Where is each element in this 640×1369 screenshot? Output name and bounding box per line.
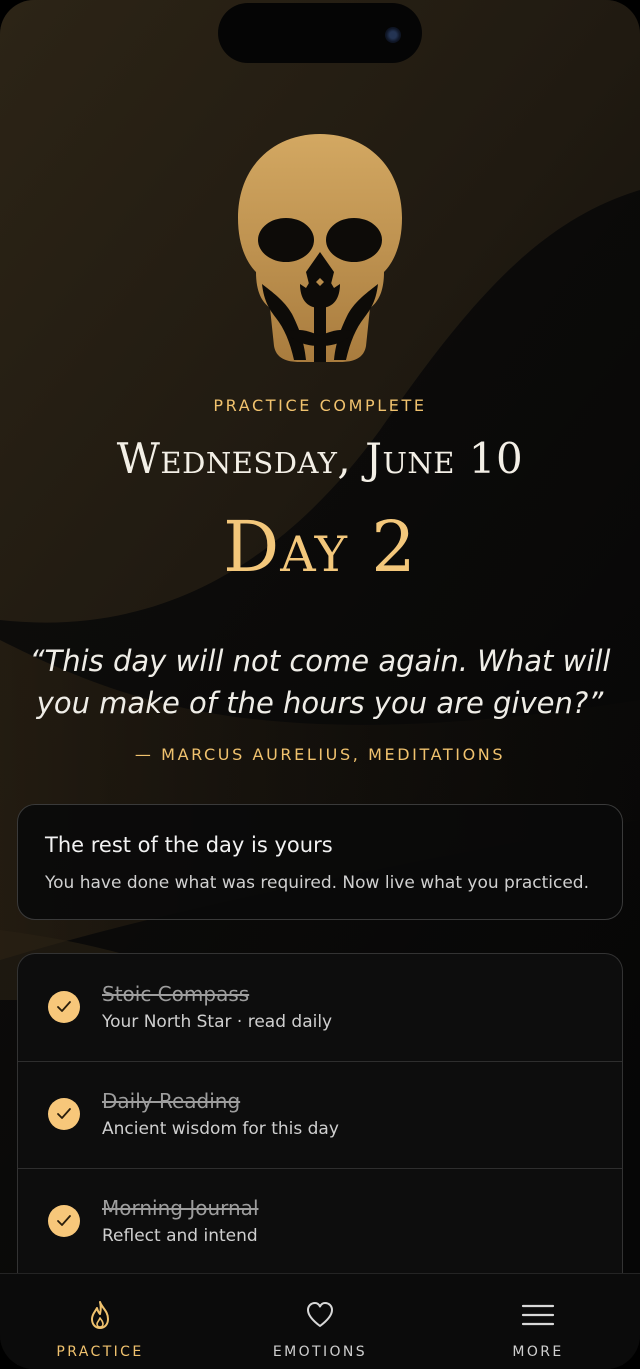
quote-text: “This day will not come again. What will…: [29, 644, 611, 720]
tab-label: PRACTICE: [56, 1344, 144, 1360]
skull-tulip-logo: [238, 134, 402, 362]
quote-attribution: — MARCUS AURELIUS, MEDITATIONS: [134, 745, 506, 764]
practice-item-morning-journal[interactable]: Morning Journal Reflect and intend: [18, 1168, 622, 1276]
summary-card: The rest of the day is yours You have do…: [17, 804, 623, 920]
practice-subtitle: Reflect and intend: [102, 1226, 258, 1246]
summary-subtitle: You have done what was required. Now liv…: [45, 873, 589, 893]
tab-label: MORE: [512, 1344, 564, 1360]
date-heading: Wednesday, June 10: [116, 434, 524, 483]
practice-subtitle: Ancient wisdom for this day: [102, 1119, 339, 1139]
practice-item-daily-reading[interactable]: Daily Reading Ancient wisdom for this da…: [18, 1061, 622, 1169]
check-icon: [48, 1205, 80, 1237]
heart-icon: [307, 1302, 333, 1327]
flame-icon: [91, 1301, 109, 1329]
summary-title: The rest of the day is yours: [45, 833, 333, 857]
check-icon: [48, 1098, 80, 1130]
practice-item-stoic-compass[interactable]: Stoic Compass Your North Star · read dai…: [18, 954, 622, 1062]
practice-title: Morning Journal: [102, 1196, 259, 1220]
practice-subtitle: Your North Star · read daily: [102, 1012, 333, 1032]
camera-icon: [385, 27, 401, 43]
tab-more[interactable]: MORE: [448, 1274, 628, 1369]
check-icon: [48, 991, 80, 1023]
tab-emotions[interactable]: EMOTIONS: [230, 1274, 410, 1369]
tab-label: EMOTIONS: [272, 1344, 368, 1360]
dynamic-island: [218, 3, 422, 63]
practice-complete-label: PRACTICE COMPLETE: [213, 396, 427, 415]
bottom-tab-bar: PRACTICE EMOTIONS MORE: [0, 1273, 640, 1369]
practice-title: Stoic Compass: [102, 982, 250, 1006]
menu-icon: [521, 1304, 555, 1326]
day-counter: Day 2: [223, 506, 417, 588]
app-screen: PRACTICE COMPLETE Wednesday, June 10 Day…: [0, 0, 640, 1369]
practice-title: Daily Reading: [102, 1089, 241, 1113]
tab-practice[interactable]: PRACTICE: [10, 1274, 190, 1369]
